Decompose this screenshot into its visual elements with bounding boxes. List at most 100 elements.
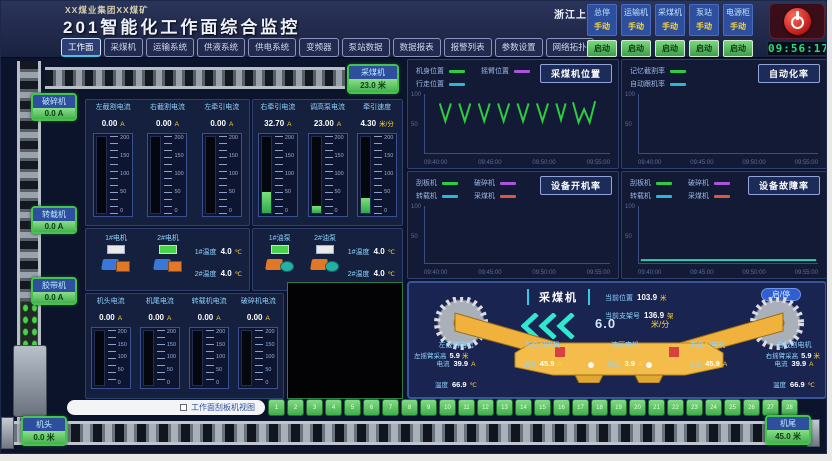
tab-7[interactable]: 数据报表 bbox=[393, 38, 441, 57]
gauge-number: 23.00 bbox=[314, 119, 334, 128]
support-button-15[interactable]: 15 bbox=[534, 399, 551, 416]
support-button-28[interactable]: 28 bbox=[781, 399, 798, 416]
support-button-17[interactable]: 17 bbox=[572, 399, 589, 416]
legend-label: 转载机 bbox=[416, 191, 437, 201]
support-button-14[interactable]: 14 bbox=[515, 399, 532, 416]
legend-item: 自动跟机率 bbox=[630, 79, 686, 89]
chart-title-button[interactable]: 自动化率 bbox=[758, 64, 820, 83]
loader-tag[interactable]: 转载机 0.0 A bbox=[31, 206, 77, 234]
support-button-26[interactable]: 26 bbox=[743, 399, 760, 416]
support-button-9[interactable]: 9 bbox=[420, 399, 437, 416]
control-name: 采煤机 bbox=[656, 7, 684, 18]
tab-3[interactable]: 供液系统 bbox=[197, 38, 245, 57]
support-button-10[interactable]: 10 bbox=[439, 399, 456, 416]
chart-title-button[interactable]: 采煤机位置 bbox=[540, 64, 612, 83]
gauge-scale bbox=[164, 136, 172, 214]
shearer-position-tag[interactable]: 采煤机 23.0 米 bbox=[347, 64, 399, 94]
control-mode-4[interactable]: 电源柜手动 bbox=[723, 4, 753, 36]
chart-plot bbox=[638, 206, 818, 264]
support-button-3[interactable]: 3 bbox=[306, 399, 323, 416]
motor-name: 左截割电机 bbox=[438, 340, 473, 350]
support-button-12[interactable]: 12 bbox=[477, 399, 494, 416]
tick-label: 200 bbox=[265, 330, 274, 336]
scraper-view-toggle[interactable]: 工作面刮板机视图 bbox=[67, 400, 265, 415]
support-button-4[interactable]: 4 bbox=[325, 399, 342, 416]
chart-title-button[interactable]: 设备故障率 bbox=[748, 176, 820, 195]
video-feed[interactable] bbox=[287, 282, 403, 399]
checkbox-icon bbox=[180, 404, 187, 411]
x-tick: 09:40:00 bbox=[424, 160, 447, 166]
row-label: 电流 bbox=[436, 361, 449, 368]
control-start-button-4[interactable]: 启动 bbox=[723, 40, 753, 57]
emergency-stop-button[interactable] bbox=[769, 3, 825, 39]
legend-item: 机身位置 bbox=[416, 66, 465, 76]
crusher-tag[interactable]: 破碎机 0.0 A bbox=[31, 93, 77, 121]
control-mode-2[interactable]: 采煤机手动 bbox=[655, 4, 685, 36]
control-start-button-1[interactable]: 启动 bbox=[621, 40, 651, 57]
support-button-21[interactable]: 21 bbox=[648, 399, 665, 416]
legend-label: 刮板机 bbox=[630, 178, 651, 188]
gauge-track bbox=[94, 330, 105, 386]
conveyor-current-gauges-panel: 机头电流0.00A200150100500机尾电流0.00A2001501005… bbox=[85, 293, 284, 399]
temp-unit: ℃ bbox=[388, 271, 395, 278]
support-button-5[interactable]: 5 bbox=[344, 399, 361, 416]
support-button-16[interactable]: 16 bbox=[553, 399, 570, 416]
gauge-scale bbox=[110, 136, 118, 214]
tick-label: 50 bbox=[167, 368, 176, 374]
tail-tag[interactable]: 机尾 45.0 米 bbox=[765, 415, 811, 445]
support-button-1[interactable]: 1 bbox=[268, 399, 285, 416]
control-start-button-2[interactable]: 启动 bbox=[655, 40, 685, 57]
shearer-panel: 采煤机 当前位置103.9米 当前支架号136.9架 启/停 6.0 米/分 bbox=[407, 281, 827, 399]
support-button-20[interactable]: 20 bbox=[629, 399, 646, 416]
support-button-6[interactable]: 6 bbox=[363, 399, 380, 416]
tab-0[interactable]: 工作面 bbox=[61, 38, 101, 57]
gauge-label: 牵引速度 bbox=[363, 102, 391, 112]
support-button-11[interactable]: 11 bbox=[458, 399, 475, 416]
gauge-label: 机头电流 bbox=[97, 296, 125, 306]
support-button-13[interactable]: 13 bbox=[496, 399, 513, 416]
gauge-unit: A bbox=[337, 121, 341, 128]
support-button-18[interactable]: 18 bbox=[591, 399, 608, 416]
temp-row: 1#温度4.0℃ bbox=[195, 241, 242, 259]
control-mode-0[interactable]: 总停手动 bbox=[587, 4, 617, 36]
support-button-19[interactable]: 19 bbox=[610, 399, 627, 416]
head-tag[interactable]: 机头 0.0 米 bbox=[21, 416, 67, 446]
control-start-button-3[interactable]: 启动 bbox=[689, 40, 719, 57]
tab-6[interactable]: 泵站数据 bbox=[342, 38, 390, 57]
legend-swatch bbox=[449, 70, 465, 73]
tab-5[interactable]: 变频器 bbox=[299, 38, 339, 57]
support-button-7[interactable]: 7 bbox=[382, 399, 399, 416]
tab-2[interactable]: 运输系统 bbox=[146, 38, 194, 57]
tab-4[interactable]: 供电系统 bbox=[248, 38, 296, 57]
support-button-8[interactable]: 8 bbox=[401, 399, 418, 416]
support-button-25[interactable]: 25 bbox=[724, 399, 741, 416]
tab-8[interactable]: 报警列表 bbox=[444, 38, 492, 57]
tick-label: 0 bbox=[229, 209, 238, 215]
x-tick: 09:55:00 bbox=[587, 270, 610, 276]
tab-9[interactable]: 参数设置 bbox=[495, 38, 543, 57]
support-button-24[interactable]: 24 bbox=[705, 399, 722, 416]
control-mode-3[interactable]: 泵站手动 bbox=[689, 4, 719, 36]
control-mode-1[interactable]: 运输机手动 bbox=[621, 4, 651, 36]
belt-tag[interactable]: 胶带机 0.0 A bbox=[31, 277, 77, 305]
support-button-23[interactable]: 23 bbox=[686, 399, 703, 416]
device-label: 2#电机 bbox=[157, 233, 179, 243]
tick-label: 100 bbox=[118, 355, 127, 361]
x-tick: 09:40:00 bbox=[638, 270, 661, 276]
control-start-button-0[interactable]: 启动 bbox=[587, 40, 617, 57]
gauge-number: 4.30 bbox=[360, 119, 376, 128]
gauge-bar: 200150100500 bbox=[147, 133, 187, 217]
chart-title-button[interactable]: 设备开机率 bbox=[540, 176, 612, 195]
support-button-2[interactable]: 2 bbox=[287, 399, 304, 416]
tick-label: 150 bbox=[167, 343, 176, 349]
support-button-27[interactable]: 27 bbox=[762, 399, 779, 416]
gauge-ticks: 200150100500 bbox=[229, 136, 238, 214]
gauge-scale bbox=[325, 136, 333, 214]
legend-item: 刮板机 bbox=[416, 178, 458, 188]
tab-1[interactable]: 采煤机 bbox=[104, 38, 144, 57]
gauge-unit: A bbox=[167, 315, 171, 322]
support-button-22[interactable]: 22 bbox=[667, 399, 684, 416]
legend-swatch bbox=[656, 195, 672, 198]
pump-icon bbox=[311, 256, 339, 273]
tick-label: 50 bbox=[335, 190, 344, 196]
